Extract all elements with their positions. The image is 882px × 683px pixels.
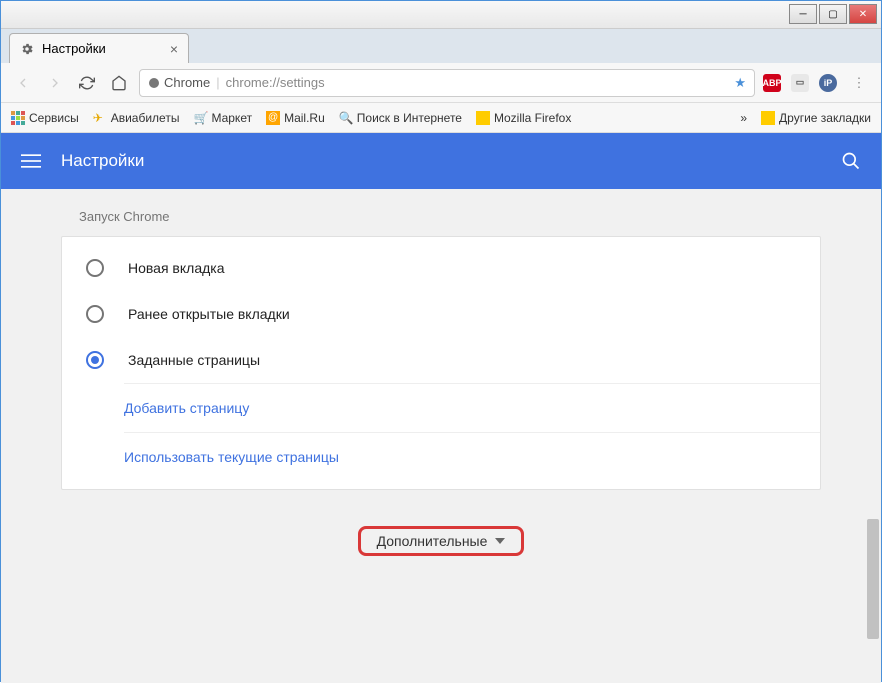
radio-icon [86,259,104,277]
scrollbar[interactable] [865,189,881,683]
radio-label: Новая вкладка [128,260,225,276]
bookmark-mailru[interactable]: @Mail.Ru [266,111,325,125]
scheme-label: Chrome [164,75,210,90]
maximize-button[interactable]: ▢ [819,4,847,24]
bookmarks-bar: Сервисы ✈Авиабилеты 🛒Маркет @Mail.Ru 🔍По… [1,103,881,133]
radio-icon [86,305,104,323]
toolbar: Chrome | chrome://settings ★ ABP ▭ iP ⋮ [1,63,881,103]
chrome-icon [148,77,160,89]
radio-continue[interactable]: Ранее открытые вкладки [62,291,820,337]
menu-button[interactable]: ⋮ [847,71,871,95]
advanced-toggle[interactable]: Дополнительные [358,526,525,556]
address-bar[interactable]: Chrome | chrome://settings ★ [139,69,755,97]
close-button[interactable]: ✕ [849,4,877,24]
gear-icon [20,42,34,56]
add-page-link[interactable]: Добавить страницу [124,384,820,433]
cart-icon: 🛒 [193,111,207,125]
browser-tab[interactable]: Настройки × [9,33,189,63]
radio-specific-pages[interactable]: Заданные страницы [62,337,820,383]
adblock-icon[interactable]: ABP [763,74,781,92]
radio-label: Заданные страницы [128,352,260,368]
startup-card: Новая вкладка Ранее открытые вкладки Зад… [61,236,821,490]
tab-close-icon[interactable]: × [170,41,178,57]
bookmark-overflow[interactable]: » [740,111,747,125]
radio-icon [86,351,104,369]
extension-icons: ABP ▭ iP ⋮ [763,71,871,95]
folder-icon [761,111,775,125]
tab-title: Настройки [42,41,106,56]
magnifier-icon: 🔍 [339,111,353,125]
specific-pages-links: Добавить страницу Использовать текущие с… [124,383,820,481]
settings-header: Настройки [1,133,881,189]
settings-title: Настройки [61,151,144,171]
folder-icon [476,111,490,125]
forward-button[interactable] [43,71,67,95]
page-content: Настройки Запуск Chrome Новая вкладка Ра… [1,133,881,683]
extension-icon[interactable]: ▭ [791,74,809,92]
bookmark-search[interactable]: 🔍Поиск в Интернете [339,111,462,125]
advanced-label: Дополнительные [377,533,488,549]
scroll-thumb[interactable] [867,519,879,639]
tab-strip: Настройки × [1,29,881,63]
bookmark-star-icon[interactable]: ★ [734,75,746,91]
plane-icon: ✈ [93,111,107,125]
apps-icon [11,111,25,125]
url-text: chrome://settings [226,75,729,90]
browser-window: ─ ▢ ✕ Настройки × Chrome | chrome://sett… [0,0,882,682]
at-icon: @ [266,111,280,125]
extension-ip-icon[interactable]: iP [819,74,837,92]
radio-new-tab[interactable]: Новая вкладка [62,245,820,291]
minimize-button[interactable]: ─ [789,4,817,24]
reload-button[interactable] [75,71,99,95]
settings-body: Запуск Chrome Новая вкладка Ранее открыт… [1,189,881,683]
search-icon[interactable] [841,151,861,171]
use-current-link[interactable]: Использовать текущие страницы [124,433,820,481]
radio-label: Ранее открытые вкладки [128,306,290,322]
section-label: Запуск Chrome [79,209,881,224]
bookmark-market[interactable]: 🛒Маркет [193,111,252,125]
bookmark-firefox[interactable]: Mozilla Firefox [476,111,571,125]
bookmark-services[interactable]: Сервисы [11,111,79,125]
window-titlebar: ─ ▢ ✕ [1,1,881,29]
bookmark-other[interactable]: Другие закладки [761,111,871,125]
bookmark-avia[interactable]: ✈Авиабилеты [93,111,180,125]
url-scheme-chip: Chrome [148,75,210,90]
hamburger-menu-icon[interactable] [21,151,41,171]
home-button[interactable] [107,71,131,95]
back-button[interactable] [11,71,35,95]
chevron-down-icon [495,538,505,544]
